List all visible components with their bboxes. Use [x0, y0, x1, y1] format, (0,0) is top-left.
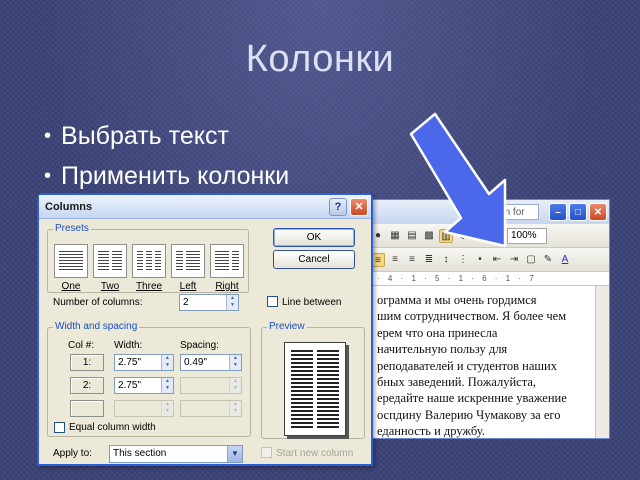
dialog-title: Columns: [45, 200, 93, 213]
equal-width-label: Equal column width: [69, 422, 156, 433]
spacing-field[interactable]: 0.49" ▲ ▼: [180, 354, 242, 371]
apply-to-value: This section: [113, 448, 167, 459]
apply-to-label: Apply to:: [53, 448, 92, 459]
bullet-item: • Выбрать текст: [44, 116, 289, 156]
spacing-value: 0.49": [184, 357, 208, 368]
width-spacing-legend: Width and spacing: [53, 321, 140, 332]
presets-group: Presets One Two Three Left Right: [47, 223, 249, 293]
start-new-column-checkbox: [261, 447, 272, 458]
maximize-button[interactable]: □: [569, 203, 587, 221]
preview-legend: Preview: [267, 321, 307, 332]
close-window-button[interactable]: ✕: [589, 203, 607, 221]
width-value: 2.75": [118, 380, 142, 391]
spacing-field-disabled: ▲ ▼: [180, 400, 242, 417]
preset-three[interactable]: Three: [132, 244, 166, 292]
align-center-icon[interactable]: ≡: [388, 253, 402, 267]
preset-right[interactable]: Right: [210, 244, 244, 292]
bullet-icon: •: [44, 165, 52, 187]
align-left-icon[interactable]: ≡: [371, 252, 385, 267]
col-number: 1:: [70, 354, 104, 371]
number-of-columns-stepper[interactable]: 2 ▲ ▼: [179, 294, 239, 311]
slide-title: Колонки: [245, 38, 395, 80]
bullet-icon: •: [44, 125, 52, 147]
width-header: Width:: [114, 340, 143, 351]
number-of-columns-label: Number of columns:: [53, 297, 143, 308]
document-line: еданность и дружбу.: [377, 424, 485, 439]
bullet-item: • Применить колонки: [44, 156, 289, 196]
width-spacing-group: Width and spacing Col #: Width: Spacing:…: [47, 321, 251, 437]
preset-one-icon: [54, 244, 88, 278]
line-between-checkbox[interactable]: [267, 296, 278, 307]
spin-arrows-icon[interactable]: ▲ ▼: [161, 355, 173, 370]
outdent-icon[interactable]: ⇤: [490, 253, 504, 267]
minimize-button[interactable]: –: [549, 203, 567, 221]
presets-legend: Presets: [53, 223, 91, 234]
cancel-button[interactable]: Cancel: [273, 250, 355, 269]
help-button[interactable]: ?: [329, 197, 347, 216]
document-body[interactable]: ограмма и мы очень гордимся шим сотрудни…: [363, 286, 609, 439]
preset-one[interactable]: One: [54, 244, 88, 292]
preset-left[interactable]: Left: [171, 244, 205, 292]
tables-icon[interactable]: ▦: [388, 229, 402, 243]
pointer-arrow-icon: [409, 112, 507, 248]
preset-two[interactable]: Two: [93, 244, 127, 292]
document-line: шим сотрудничеством. Я более чем: [377, 309, 567, 324]
dialog-titlebar[interactable]: Columns ? ✕: [39, 195, 371, 219]
equal-width-checkbox[interactable]: [54, 422, 65, 433]
hyperlink-icon[interactable]: ●: [371, 229, 385, 243]
document-line: ерем что она принесла: [377, 325, 498, 340]
chevron-down-icon[interactable]: ▼: [227, 446, 242, 462]
spin-arrows-icon: ▲ ▼: [229, 378, 241, 393]
spacing-field-disabled: ▲ ▼: [180, 377, 242, 394]
line-between-label: Line between: [282, 297, 342, 308]
close-dialog-button[interactable]: ✕: [350, 197, 368, 216]
preset-left-icon: [171, 244, 205, 278]
document-line: ередайте наше искренние уважение: [377, 391, 567, 406]
ok-button[interactable]: OK: [273, 228, 355, 247]
preview-group: Preview: [261, 321, 365, 439]
width-field[interactable]: 2.75" ▲ ▼: [114, 377, 174, 394]
width-field[interactable]: 2.75" ▲ ▼: [114, 354, 174, 371]
indent-icon[interactable]: ⇥: [507, 253, 521, 267]
document-line: оспдину Валерию Чумакову за его: [377, 407, 561, 422]
width-field-disabled: ▲ ▼: [114, 400, 174, 417]
spin-arrows-icon[interactable]: ▲ ▼: [161, 378, 173, 393]
apply-to-select[interactable]: This section ▼: [109, 445, 243, 463]
font-color-icon[interactable]: A: [558, 253, 572, 267]
bullet-text: Выбрать текст: [61, 122, 229, 150]
preset-two-icon: [93, 244, 127, 278]
bullet-text: Применить колонки: [61, 162, 290, 190]
col-number-empty: [70, 400, 104, 417]
ruler[interactable]: · 4 · 1 · 5 · 1 · 6 · 1 · 7: [363, 272, 609, 286]
preset-right-icon: [210, 244, 244, 278]
spin-arrows-icon: ▲ ▼: [161, 401, 173, 416]
spin-arrows-icon[interactable]: ▲ ▼: [226, 295, 238, 310]
preview-page: [284, 342, 346, 436]
number-of-columns-value: 2: [183, 297, 189, 308]
vertical-scrollbar[interactable]: [595, 286, 609, 438]
formatting-toolbar: ≡ ≡ ≡ ≣ ↕ ⋮ • ⇤ ⇥ ▢ ✎ A: [363, 248, 609, 272]
start-new-column-label: Start new column: [276, 448, 354, 459]
document-line: реподавателей и студентов наших: [377, 358, 557, 373]
line-spacing-icon[interactable]: ↕: [439, 253, 453, 267]
spacing-header: Spacing:: [180, 340, 219, 351]
bullet-list: • Выбрать текст • Применить колонки: [44, 116, 289, 196]
document-line: ограмма и мы очень гордимся: [377, 293, 537, 307]
spin-arrows-icon[interactable]: ▲ ▼: [229, 355, 241, 370]
bullets-icon[interactable]: •: [473, 253, 487, 267]
document-line: бных заведений. Пожалуйста,: [377, 375, 537, 390]
preset-label: Right: [215, 281, 239, 292]
highlight-icon[interactable]: ✎: [541, 253, 555, 267]
preset-three-icon: [132, 244, 166, 278]
border-icon[interactable]: ▢: [524, 253, 538, 267]
col-header: Col #:: [68, 340, 95, 351]
columns-dialog: Columns ? ✕ Presets One Two Three Left R…: [37, 193, 373, 466]
align-right-icon[interactable]: ≡: [405, 253, 419, 267]
width-value: 2.75": [118, 357, 142, 368]
col-number: 2:: [70, 377, 104, 394]
spin-arrows-icon: ▲ ▼: [229, 401, 241, 416]
justify-icon[interactable]: ≣: [422, 253, 436, 267]
document-line: начительную пользу для: [377, 342, 508, 357]
numbering-icon[interactable]: ⋮: [456, 253, 470, 267]
